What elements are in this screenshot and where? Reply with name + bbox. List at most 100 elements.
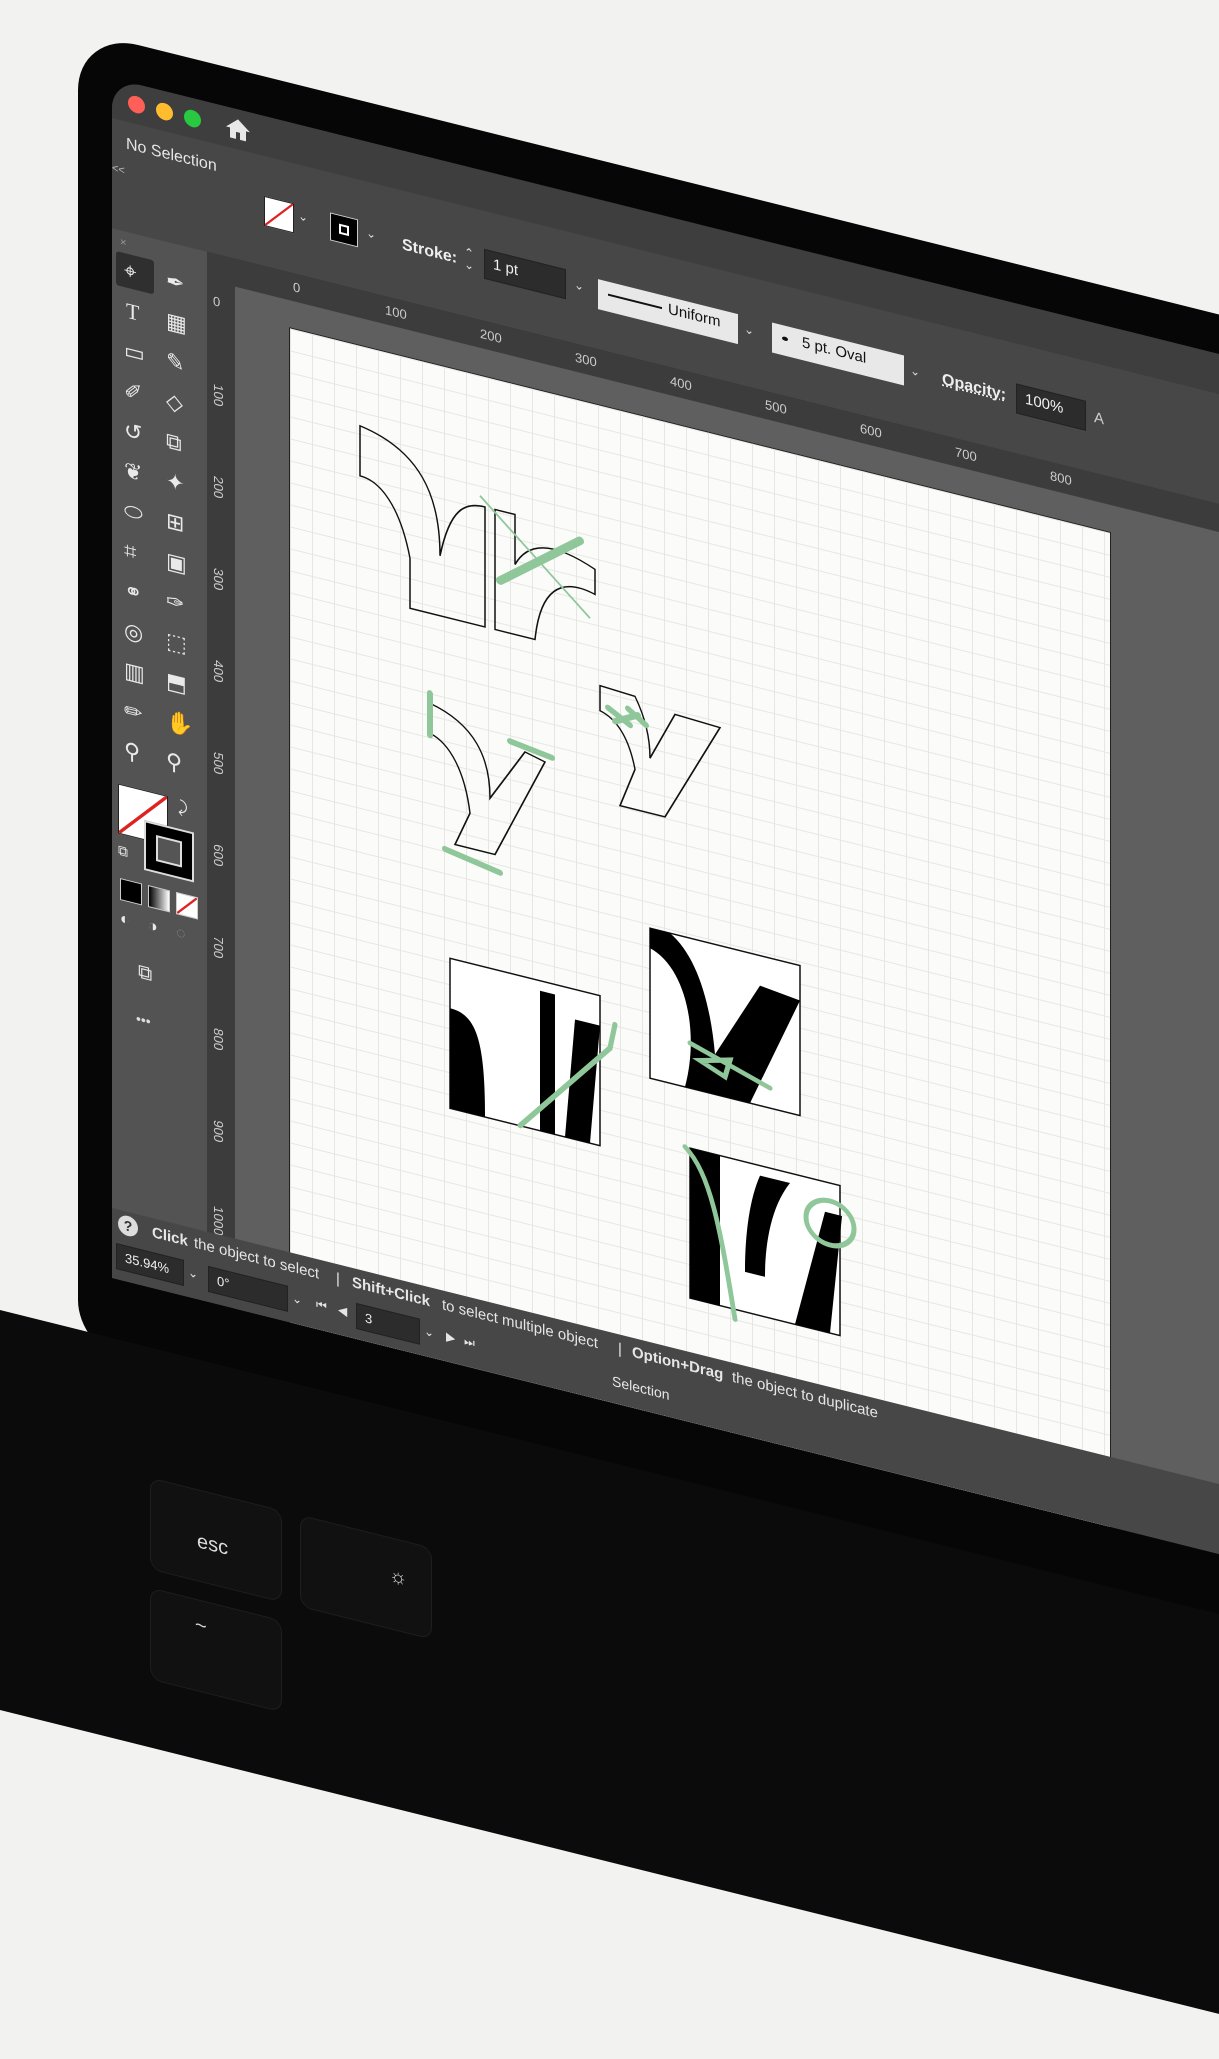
rectangle-tool-icon[interactable]: ▭ bbox=[124, 337, 145, 368]
toolbox-close-button[interactable]: × bbox=[120, 236, 126, 250]
last-artboard-icon[interactable]: ⏭ bbox=[464, 1334, 475, 1352]
zoom-tool-icon[interactable]: ⚲ bbox=[166, 747, 182, 777]
ruler-h-tick: 700 bbox=[955, 444, 977, 465]
ruler-h-tick: 0 bbox=[293, 279, 301, 296]
stroke-dropdown-chevron-icon[interactable]: ⌄ bbox=[366, 225, 376, 242]
close-window-button[interactable] bbox=[128, 93, 145, 116]
ruler-h-tick: 300 bbox=[575, 349, 597, 370]
artboard-chevron-icon[interactable]: ⌄ bbox=[424, 1324, 434, 1341]
mesh-tool-icon[interactable]: ⌗ bbox=[124, 537, 136, 566]
green-mark-4 bbox=[427, 690, 555, 876]
minimize-window-button[interactable] bbox=[156, 100, 173, 123]
puppet-warp-tool-icon[interactable]: ✦ bbox=[166, 467, 184, 498]
knife-tool-icon[interactable]: ⚲ bbox=[124, 737, 140, 767]
opacity-field[interactable]: 100% bbox=[1016, 383, 1086, 431]
pencil-tool-icon[interactable]: ✏ bbox=[124, 697, 142, 728]
brush-select[interactable]: 5 pt. Oval bbox=[772, 322, 904, 386]
tilde-key-label: ~ bbox=[195, 1613, 207, 1639]
zoom-chevron-icon[interactable]: ⌄ bbox=[188, 1265, 198, 1282]
gradient-tool-icon[interactable]: ▣ bbox=[166, 547, 187, 578]
perspective-grid-tool-icon[interactable]: ⊞ bbox=[166, 507, 184, 538]
fill-swatch[interactable] bbox=[264, 195, 294, 234]
ruler-h-tick: 100 bbox=[385, 302, 407, 323]
draw-behind-icon[interactable]: ◑ bbox=[148, 917, 158, 937]
stroke-weight-chevron-icon[interactable]: ⌄ bbox=[574, 277, 584, 294]
fill-dropdown-chevron-icon[interactable]: ⌄ bbox=[298, 208, 308, 225]
edit-toolbar-icon[interactable]: ••• bbox=[136, 1010, 151, 1030]
selection-status: No Selection bbox=[126, 135, 217, 176]
first-artboard-icon[interactable]: ⏮ bbox=[316, 1297, 327, 1315]
tilde-key[interactable]: ~ bbox=[150, 1587, 282, 1713]
zoom-level-field[interactable]: 35.94% bbox=[116, 1242, 184, 1286]
gradient-mode-button[interactable] bbox=[148, 884, 170, 913]
stroke-swatch[interactable] bbox=[330, 212, 358, 248]
selection-tool-icon[interactable]: ⌖ bbox=[124, 257, 136, 286]
warp-tool-icon[interactable]: ❦ bbox=[124, 457, 142, 488]
ruler-v-tick: 500 bbox=[211, 750, 226, 777]
artboard-tool-icon[interactable]: ⬒ bbox=[166, 667, 187, 698]
brush-dot-icon bbox=[782, 336, 788, 342]
zoom-window-button[interactable] bbox=[184, 107, 201, 130]
shape-builder-tool-icon[interactable]: ⬭ bbox=[124, 497, 143, 528]
stroke-line-preview bbox=[608, 293, 662, 310]
ruler-h-tick: 400 bbox=[670, 373, 692, 394]
type-tool-icon[interactable]: T bbox=[126, 297, 139, 326]
green-mark-1 bbox=[496, 536, 584, 585]
ruler-v-tick: 200 bbox=[211, 474, 226, 501]
artboard-number-field[interactable]: 3 bbox=[356, 1302, 420, 1345]
collapse-panel-button[interactable]: << bbox=[112, 162, 125, 177]
outline-letterform-3[interactable] bbox=[429, 702, 547, 867]
symbol-sprayer-tool-icon[interactable]: ◎ bbox=[124, 617, 143, 648]
brightness-key[interactable]: ☼ bbox=[300, 1514, 432, 1640]
brush-chevron-icon[interactable]: ⌄ bbox=[910, 363, 920, 380]
hint-separator: | bbox=[336, 1269, 340, 1288]
ruler-h-tick: 200 bbox=[480, 325, 502, 347]
default-fill-stroke-icon[interactable]: ⧉ bbox=[118, 841, 128, 860]
current-tool-name[interactable]: Selection bbox=[612, 1373, 670, 1403]
screen-mode-icon[interactable]: ⧉ bbox=[138, 960, 152, 987]
ruler-h-tick: 600 bbox=[860, 420, 882, 441]
ruler-v-tick: 700 bbox=[211, 934, 226, 961]
hand-tool-icon[interactable]: ✋ bbox=[166, 707, 193, 740]
rotate-tool-icon[interactable]: ↺ bbox=[124, 417, 142, 448]
filled-letterform-1[interactable] bbox=[649, 927, 801, 1117]
outline-letterform-1[interactable] bbox=[359, 424, 596, 655]
stroke-profile-label: Uniform bbox=[668, 300, 721, 331]
hint-click-key: Click bbox=[152, 1223, 188, 1250]
overflow-label: A bbox=[1094, 408, 1105, 429]
stroke-stepper[interactable]: ⌃ ⌄ bbox=[464, 245, 474, 274]
slice-tool-icon[interactable]: ⬚ bbox=[166, 627, 187, 658]
blend-tool-icon[interactable]: ⚭ bbox=[124, 577, 142, 608]
ruler-v-tick: 100 bbox=[211, 382, 226, 409]
color-mode-button[interactable] bbox=[120, 877, 142, 906]
stroke-profile-select[interactable]: Uniform bbox=[598, 279, 738, 345]
outline-letterform-2[interactable] bbox=[599, 684, 722, 831]
swap-fill-stroke-icon[interactable]: ⤸ bbox=[178, 798, 188, 818]
stroke-color-swatch[interactable] bbox=[144, 819, 194, 883]
draw-normal-icon[interactable]: ◐ bbox=[120, 910, 130, 930]
eraser-tool-icon[interactable]: ◇ bbox=[166, 387, 183, 417]
rotation-field[interactable]: 0° bbox=[208, 1265, 288, 1312]
filled-letterform-2[interactable] bbox=[449, 957, 601, 1147]
shaper-tool-icon[interactable]: ✐ bbox=[124, 377, 142, 408]
eyedropper-tool-icon[interactable]: ✑ bbox=[166, 587, 184, 618]
help-icon[interactable]: ? bbox=[118, 1213, 138, 1239]
rotation-chevron-icon[interactable]: ⌄ bbox=[292, 1291, 302, 1308]
previous-artboard-icon[interactable]: ◀ bbox=[338, 1302, 347, 1318]
none-mode-button[interactable] bbox=[176, 891, 198, 920]
brightness-icon: ☼ bbox=[389, 1563, 408, 1591]
home-icon[interactable] bbox=[224, 114, 252, 145]
ruler-v-tick: 300 bbox=[211, 566, 226, 593]
scale-tool-icon[interactable]: ⧉ bbox=[166, 427, 182, 457]
graph-tool-icon[interactable]: ▥ bbox=[124, 657, 145, 688]
esc-key[interactable]: esc bbox=[150, 1477, 282, 1603]
draw-inside-icon[interactable]: ◌ bbox=[176, 924, 186, 944]
table-tool-icon[interactable]: ▦ bbox=[166, 307, 187, 338]
next-artboard-icon[interactable]: ▶ bbox=[446, 1329, 455, 1345]
stroke-profile-chevron-icon[interactable]: ⌄ bbox=[744, 322, 754, 339]
pen-tool-icon[interactable]: ✒ bbox=[166, 267, 184, 298]
brush-label: 5 pt. Oval bbox=[802, 334, 867, 368]
toolbox: × ⌖ ✒ T ▦ ▭ ✎ ✐ ◇ ↺ ⧉ ❦ ✦ ⬭ ⊞ ⌗ ▣ ⚭ ✑ ◎ … bbox=[112, 228, 207, 1302]
paintbrush-tool-icon[interactable]: ✎ bbox=[166, 347, 184, 378]
stroke-weight-field[interactable]: 1 pt bbox=[484, 248, 566, 300]
